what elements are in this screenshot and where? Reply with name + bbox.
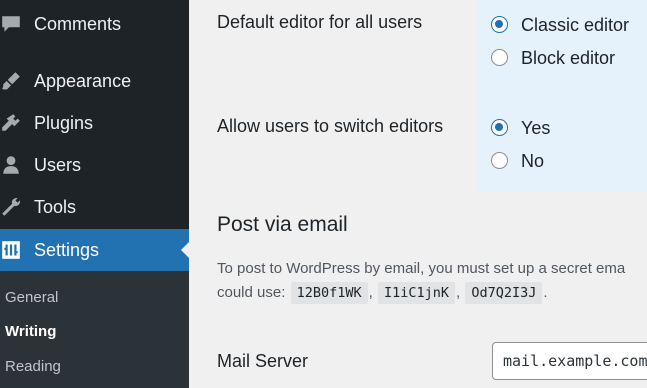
tools-icon <box>0 186 34 228</box>
menu-item-label: Plugins <box>34 112 94 133</box>
settings-submenu: General Writing Reading <box>0 271 189 388</box>
mail-server-input[interactable]: mail.example.com <box>492 342 647 380</box>
menu-item-label: Comments <box>34 13 122 34</box>
secret-code: Od7Q2I3J <box>465 282 543 304</box>
plugins-icon <box>0 102 34 144</box>
settings-icon <box>0 229 34 271</box>
submenu-item-writing[interactable]: Writing <box>5 323 56 340</box>
could-use-text: could use: <box>217 284 286 301</box>
secret-codes-line: could use: 12B0f1WK, I1iC1jnK, Od7Q2I3J. <box>217 282 548 304</box>
submenu-item-general[interactable]: General <box>5 289 58 306</box>
separator: , <box>455 284 461 301</box>
post-via-email-heading: Post via email <box>217 213 348 236</box>
classic-editor-radio[interactable] <box>491 16 508 33</box>
post-via-email-description: To post to WordPress by email, you must … <box>217 260 626 277</box>
block-editor-radio[interactable] <box>491 49 508 66</box>
menu-item-label: Users <box>34 154 82 175</box>
secret-code: I1iC1jnK <box>377 282 455 304</box>
switch-editors-label: Allow users to switch editors <box>217 116 444 136</box>
switch-no-label[interactable]: No <box>521 151 544 172</box>
secret-code: 12B0f1WK <box>290 282 368 304</box>
period: . <box>543 284 548 301</box>
classic-editor-label[interactable]: Classic editor <box>521 15 629 36</box>
menu-item-users[interactable]: Users <box>0 144 189 186</box>
menu-item-settings[interactable]: Settings <box>0 229 190 271</box>
block-editor-label[interactable]: Block editor <box>521 48 615 69</box>
submenu-item-reading[interactable]: Reading <box>5 358 61 375</box>
switch-yes-label[interactable]: Yes <box>521 118 550 139</box>
menu-item-label: Appearance <box>34 70 132 91</box>
appearance-icon <box>0 60 34 102</box>
default-editor-label: Default editor for all users <box>217 12 423 32</box>
menu-item-appearance[interactable]: Appearance <box>0 60 189 102</box>
switch-yes-radio[interactable] <box>491 119 508 136</box>
menu-item-comments[interactable]: Comments <box>0 3 189 45</box>
comments-icon <box>0 3 34 45</box>
menu-item-tools[interactable]: Tools <box>0 186 189 228</box>
menu-item-plugins[interactable]: Plugins <box>0 102 189 144</box>
admin-sidebar: Comments Appearance Plugins Users Tools … <box>0 0 190 388</box>
menu-item-label: Tools <box>34 196 77 217</box>
switch-no-radio[interactable] <box>491 152 508 169</box>
active-indicator-arrow <box>181 241 190 259</box>
menu-item-label: Settings <box>34 239 100 260</box>
separator: , <box>368 284 373 301</box>
users-icon <box>0 144 34 186</box>
mail-server-label: Mail Server <box>217 351 309 371</box>
